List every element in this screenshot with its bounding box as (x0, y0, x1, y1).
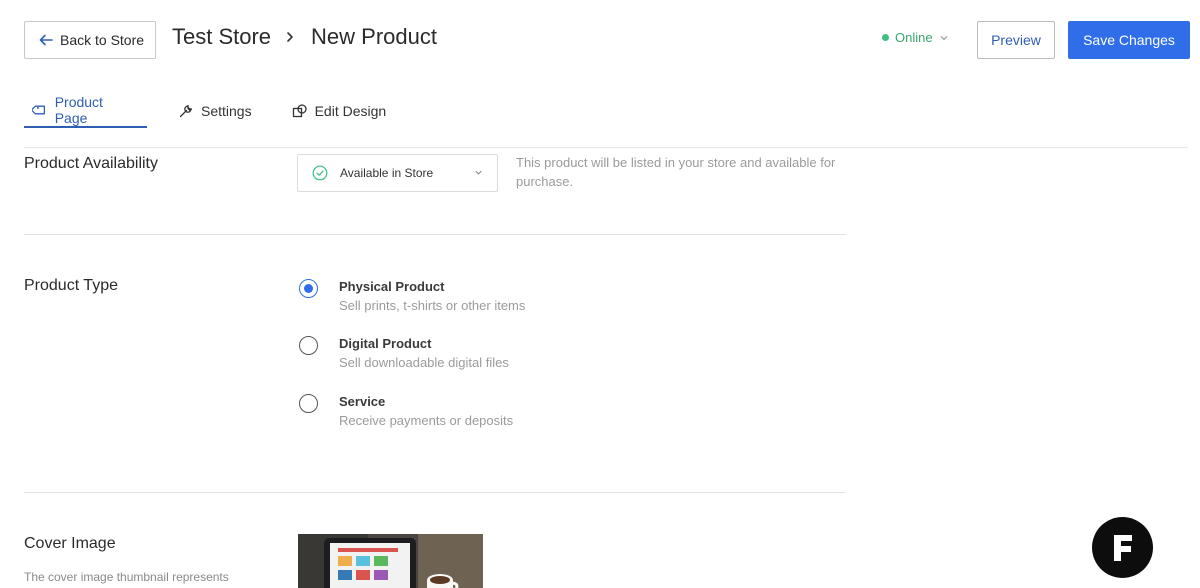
tabs-divider (24, 147, 1188, 148)
option-title: Service (339, 394, 386, 409)
tab-settings-label: Settings (201, 103, 252, 119)
wrench-icon (179, 104, 193, 118)
tab-settings[interactable]: Settings (169, 94, 261, 128)
tab-product-page[interactable]: Product Page (24, 94, 147, 128)
product-type-option-digital[interactable]: Digital Product Sell downloadable digita… (299, 336, 509, 373)
f-logo-icon (1113, 534, 1132, 561)
chevron-down-icon (475, 170, 482, 175)
chevron-down-icon (940, 35, 948, 40)
option-subtitle: Sell downloadable digital files (339, 355, 509, 370)
breadcrumb-store[interactable]: Test Store (172, 24, 271, 50)
back-to-store-button[interactable]: Back to Store (24, 21, 156, 59)
design-icon (292, 104, 307, 118)
section-divider (24, 492, 846, 493)
brand-logo-button[interactable] (1092, 517, 1153, 578)
status-label: Online (895, 30, 933, 45)
availability-value: Available in Store (340, 166, 434, 180)
back-to-store-label: Back to Store (60, 32, 145, 48)
option-title: Physical Product (339, 279, 445, 294)
radio-physical[interactable] (299, 279, 318, 298)
cover-image-thumbnail[interactable] (298, 534, 483, 588)
product-type-label: Product Type (24, 277, 118, 294)
cover-image-help-text: The cover image thumbnail represents (24, 570, 229, 584)
option-title: Digital Product (339, 336, 432, 351)
save-changes-button[interactable]: Save Changes (1068, 21, 1190, 59)
cover-image-label: Cover Image (24, 535, 116, 552)
tab-edit-design[interactable]: Edit Design (283, 94, 396, 128)
breadcrumb: Test Store New Product (172, 24, 437, 50)
radio-service[interactable] (299, 394, 318, 413)
preview-button[interactable]: Preview (977, 21, 1055, 59)
tab-edit-design-label: Edit Design (314, 103, 387, 119)
availability-help-text: This product will be listed in your stor… (516, 155, 836, 189)
arrow-left-icon (39, 34, 53, 46)
option-subtitle: Receive payments or deposits (339, 413, 514, 428)
availability-select[interactable]: Available in Store (297, 154, 498, 192)
section-divider (24, 234, 846, 235)
chevron-right-icon (287, 32, 293, 42)
radio-digital[interactable] (299, 336, 318, 355)
tag-icon (32, 105, 46, 115)
option-subtitle: Sell prints, t-shirts or other items (339, 298, 526, 313)
tab-bar: Product Page Settings Edit Design (24, 94, 395, 128)
product-type-option-service[interactable]: Service Receive payments or deposits (299, 394, 513, 431)
cover-photo-illustration (298, 534, 483, 588)
check-circle-icon (312, 165, 328, 181)
online-dot-icon (882, 34, 889, 41)
status-dropdown[interactable]: Online (882, 30, 949, 45)
product-type-option-physical[interactable]: Physical Product Sell prints, t-shirts o… (299, 279, 525, 316)
tab-product-page-label: Product Page (54, 94, 103, 126)
availability-label: Product Availability (24, 155, 158, 172)
page-title: New Product (311, 24, 437, 49)
